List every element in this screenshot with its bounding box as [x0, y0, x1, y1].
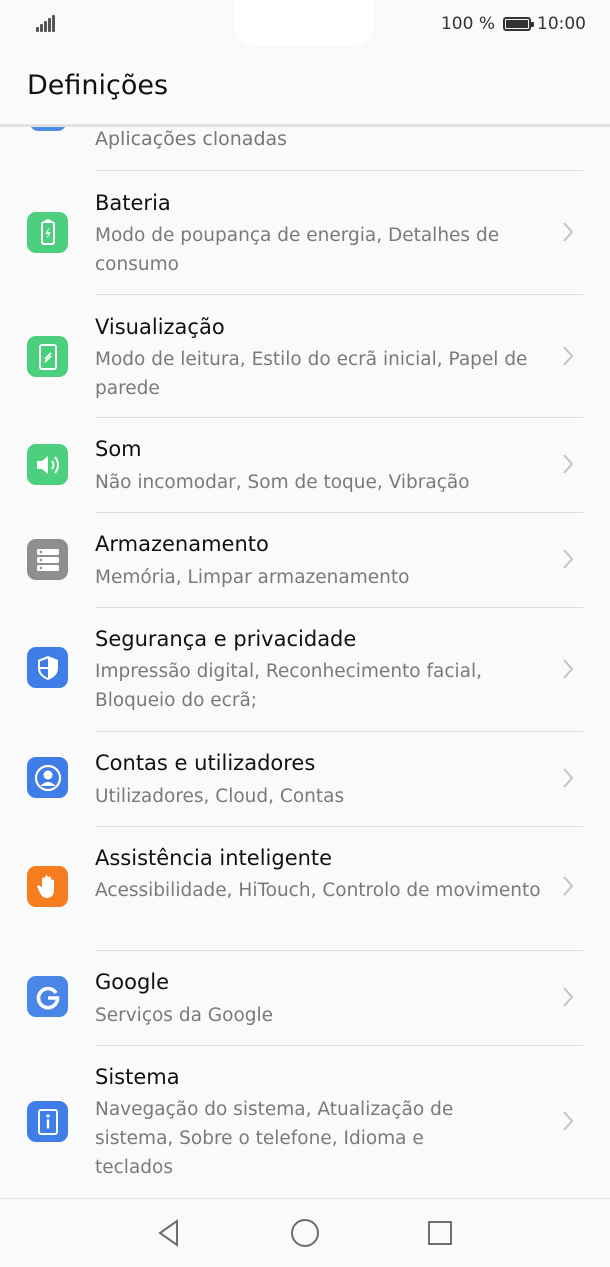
settings-item-subtitle: Não incomodar, Som de toque, Vibração [95, 472, 470, 493]
battery-status-icon [503, 17, 534, 31]
recents-button[interactable] [422, 1215, 458, 1251]
storage-icon [27, 539, 68, 580]
settings-item-smart-assistance[interactable]: Assistência inteligente Acessibilidade, … [0, 827, 610, 950]
settings-item-title: Bateria [95, 191, 171, 215]
settings-item-subtitle: Memória, Limpar armazenamento [95, 567, 410, 588]
clock: 10:00 [537, 14, 586, 34]
recents-square-icon [428, 1221, 452, 1245]
status-bar: 100 % 10:00 [0, 0, 610, 48]
chevron-right-icon [563, 454, 574, 474]
battery-icon [27, 212, 68, 253]
camera-notch [234, 0, 374, 46]
settings-item-sound[interactable]: Som Não incomodar, Som de toque, Vibraçã… [0, 418, 610, 513]
chevron-right-icon [563, 876, 574, 896]
chevron-right-icon [563, 222, 574, 242]
settings-item-subtitle: Acessibilidade, HiTouch, Controlo de mov… [95, 880, 541, 901]
settings-item-battery[interactable]: Bateria Modo de poupança de energia, Det… [0, 171, 610, 294]
settings-item-subtitle: Impressão digital, Reconhecimento facial… [95, 661, 483, 711]
settings-item-title: Armazenamento [95, 532, 269, 556]
settings-item-label: Aplicações clonadas [95, 128, 288, 150]
settings-item-cloned-apps[interactable]: Aplicações clonadas [0, 127, 610, 170]
google-icon [27, 976, 68, 1017]
settings-item-display[interactable]: Visualização Modo de leitura, Estilo do … [0, 295, 610, 418]
shield-icon [27, 647, 68, 688]
navigation-bar [0, 1198, 610, 1267]
back-button[interactable] [151, 1215, 187, 1251]
status-right: 100 % 10:00 [441, 12, 586, 36]
settings-item-subtitle: Modo de leitura, Estilo do ecrã inicial,… [95, 349, 528, 399]
cloned-apps-icon [30, 127, 66, 131]
chevron-right-icon [563, 987, 574, 1007]
settings-item-accounts[interactable]: Contas e utilizadores Utilizadores, Clou… [0, 732, 610, 826]
user-icon [27, 757, 68, 798]
settings-item-title: Visualização [95, 315, 225, 339]
settings-item-storage[interactable]: Armazenamento Memória, Limpar armazename… [0, 513, 610, 607]
hand-icon [27, 866, 68, 907]
settings-item-subtitle: Utilizadores, Cloud, Contas [95, 786, 345, 807]
chevron-right-icon [563, 659, 574, 679]
settings-item-title: Assistência inteligente [95, 846, 333, 870]
battery-percentage: 100 % [440, 14, 495, 34]
display-icon [27, 336, 68, 377]
chevron-right-icon [563, 768, 574, 788]
settings-item-subtitle: Serviços da Google [95, 1005, 274, 1026]
chevron-right-icon [563, 1111, 574, 1131]
settings-list[interactable]: Aplicações clonadas Bateria Modo de poup… [0, 127, 610, 1198]
signal-icon [36, 14, 58, 32]
settings-item-subtitle: Navegação do sistema, Atualização de sis… [95, 1099, 454, 1178]
home-circle-icon [291, 1219, 319, 1247]
back-triangle-icon [158, 1219, 178, 1247]
info-icon [27, 1101, 68, 1142]
sound-icon [27, 444, 68, 485]
settings-item-title: Google [95, 970, 170, 994]
settings-item-security[interactable]: Segurança e privacidade Impressão digita… [0, 608, 610, 731]
settings-item-title: Segurança e privacidade [95, 627, 357, 651]
settings-item-title: Sistema [95, 1065, 180, 1089]
settings-item-system[interactable]: Sistema Navegação do sistema, Atualizaçã… [0, 1046, 610, 1196]
chevron-right-icon [563, 346, 574, 366]
chevron-right-icon [563, 549, 574, 569]
app-header: Definições [0, 48, 610, 124]
page-title: Definições [27, 70, 169, 101]
settings-item-subtitle: Modo de poupança de energia, Detalhes de… [95, 225, 500, 275]
settings-item-google[interactable]: Google Serviços da Google [0, 951, 610, 1045]
home-button[interactable] [287, 1215, 323, 1251]
settings-item-title: Contas e utilizadores [95, 751, 316, 775]
settings-item-title: Som [95, 437, 142, 461]
